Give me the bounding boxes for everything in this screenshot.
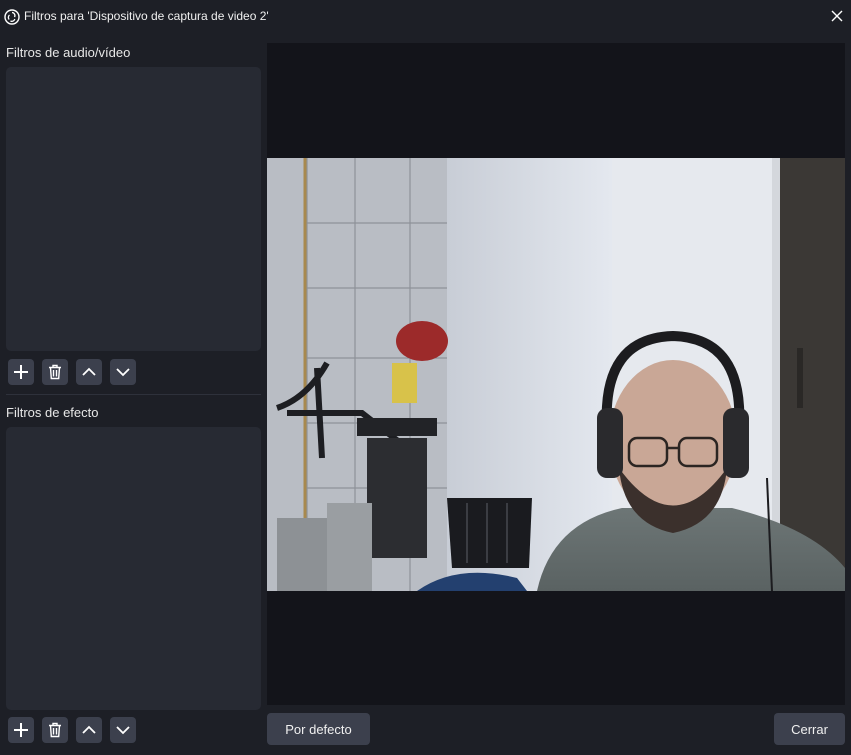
effect-filters-list[interactable] [6, 427, 261, 710]
add-icon [14, 365, 28, 379]
audio-video-filters-list[interactable] [6, 67, 261, 351]
effect-filters-toolbar [8, 717, 136, 743]
remove-audio-video-filter-button[interactable] [42, 359, 68, 385]
remove-effect-filter-button[interactable] [42, 717, 68, 743]
move-effect-filter-up-button[interactable] [76, 717, 102, 743]
chevron-down-icon [116, 726, 130, 735]
effect-filters-label: Filtros de efecto [6, 405, 99, 420]
section-divider [6, 394, 261, 395]
obs-logo-icon [4, 9, 20, 25]
audio-video-filters-toolbar [8, 359, 136, 385]
add-audio-video-filter-button[interactable] [8, 359, 34, 385]
move-effect-filter-down-button[interactable] [110, 717, 136, 743]
move-audio-video-filter-up-button[interactable] [76, 359, 102, 385]
move-audio-video-filter-down-button[interactable] [110, 359, 136, 385]
trash-icon [49, 722, 61, 738]
chevron-up-icon [82, 725, 96, 734]
add-effect-filter-button[interactable] [8, 717, 34, 743]
close-icon [831, 10, 843, 22]
add-icon [14, 723, 28, 737]
defaults-button[interactable]: Por defecto [267, 713, 370, 745]
close-button[interactable]: Cerrar [774, 713, 845, 745]
window-title: Filtros para 'Dispositivo de captura de … [24, 9, 269, 23]
webcam-video-feed [267, 158, 845, 591]
chevron-up-icon [82, 367, 96, 376]
close-window-button[interactable] [825, 5, 849, 27]
audio-video-filters-label: Filtros de audio/vídeo [6, 45, 131, 60]
source-preview [267, 43, 845, 705]
chevron-down-icon [116, 368, 130, 377]
title-bar: Filtros para 'Dispositivo de captura de … [0, 0, 851, 34]
trash-icon [49, 364, 61, 380]
